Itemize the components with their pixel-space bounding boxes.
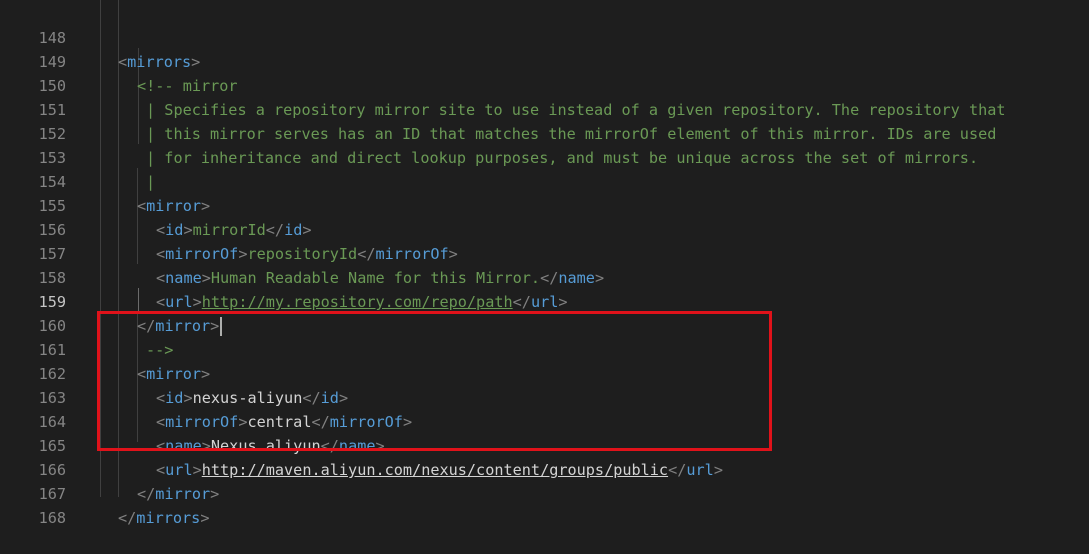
line-content: </mirrors> [118,509,210,527]
code-line[interactable]: 165 <url>http://maven.aliyun.com/nexus/c… [0,410,1089,479]
code-line[interactable]: 155 <id>mirrorId</id> [0,170,1089,239]
code-line[interactable]: 154 <mirror> [0,146,1089,215]
code-line[interactable]: 152 | for inheritance and direct lookup … [0,98,1089,167]
code-line[interactable]: 151 | this mirror serves has an ID that … [0,74,1089,143]
code-line[interactable]: 160 --> [0,290,1089,359]
code-line[interactable]: 168 [0,482,1089,527]
code-line[interactable]: 153 | [0,122,1089,191]
code-line[interactable]: 166 </mirror> [0,434,1089,503]
code-line[interactable]: 156 <mirrorOf>repositoryId</mirrorOf> [0,194,1089,263]
code-line-active[interactable]: 159 </mirror> [0,266,1089,336]
code-line[interactable]: 157 <name>Human Readable Name for this M… [0,218,1089,287]
line-number: 168 [38,509,66,527]
code-line[interactable]: 167 </mirrors> [0,458,1089,527]
code-line[interactable]: 164 <name>Nexus aliyun</name> [0,386,1089,455]
code-line[interactable]: 161 <mirror> [0,314,1089,383]
code-line[interactable]: 150 | Specifies a repository mirror site… [0,50,1089,119]
code-line[interactable]: 162 <id>nexus-aliyun</id> [0,338,1089,407]
code-line[interactable]: 163 <mirrorOf>central</mirrorOf> [0,362,1089,431]
code-editor[interactable]: 148 <mirrors> 149 <!-- mirror 150 | Spec… [0,0,1089,527]
code-line[interactable]: 158 <url>http://my.repository.com/repo/p… [0,242,1089,311]
code-line[interactable]: 148 <mirrors> [0,2,1089,71]
code-line[interactable]: 149 <!-- mirror [0,26,1089,95]
